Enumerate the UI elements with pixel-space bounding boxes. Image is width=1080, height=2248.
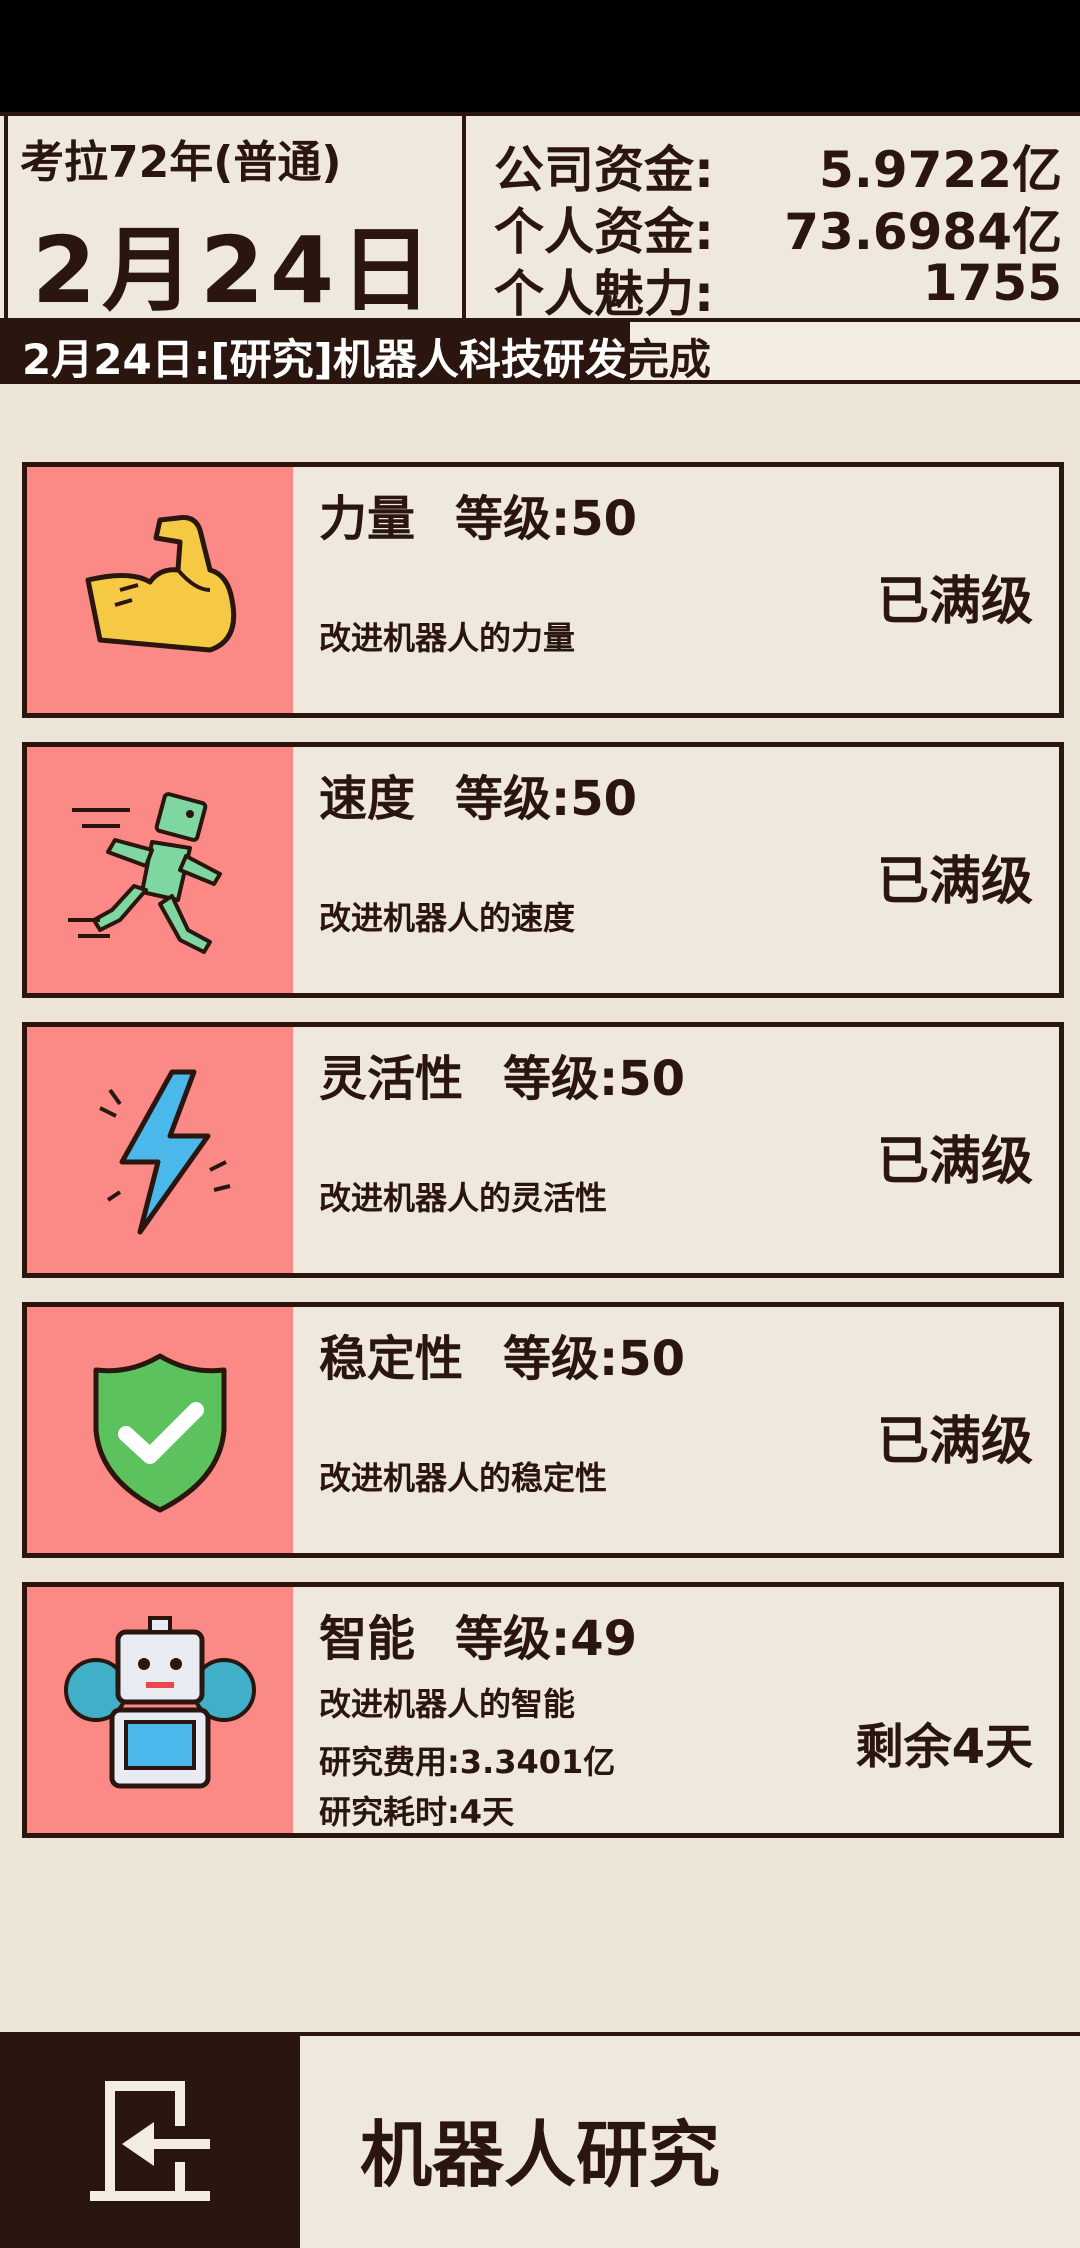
- research-card-speed[interactable]: 速度 等级:50 改进机器人的速度 已满级: [22, 742, 1064, 998]
- back-button[interactable]: [0, 2036, 300, 2248]
- research-title: 灵活性 等级:50: [319, 1039, 685, 1109]
- research-description: 改进机器人的灵活性: [319, 1179, 608, 1217]
- lightning-icon: [99, 1069, 231, 1235]
- research-title: 力量 等级:50: [319, 479, 637, 549]
- research-description: 改进机器人的稳定性: [319, 1459, 608, 1497]
- current-date: 2月24日: [31, 217, 439, 324]
- research-cost: 研究费用:3.3401亿: [319, 1743, 616, 1781]
- personal-funds-row: 个人资金: 73.6984亿: [494, 192, 1062, 261]
- research-title: 稳定性 等级:50: [319, 1319, 685, 1389]
- robot-gear-icon: [64, 1616, 256, 1789]
- research-status: 剩余4天: [855, 1719, 1033, 1775]
- research-card-strength[interactable]: 力量 等级:50 改进机器人的力量 已满级: [22, 462, 1064, 718]
- research-level: 等级:50: [503, 1331, 686, 1387]
- charisma-row: 个人魅力: 1755: [494, 254, 1062, 323]
- header-panel: 考拉72年(普通) 2月24日 公司资金: 5.9722亿 个人资金: 73.6…: [0, 112, 1080, 324]
- footer-bar: 机器人研究: [0, 2032, 1080, 2248]
- research-icon-panel: [27, 1307, 293, 1553]
- research-icon-panel: [27, 1587, 293, 1833]
- research-icon-panel: [27, 467, 293, 713]
- company-funds-row: 公司资金: 5.9722亿: [494, 130, 1062, 199]
- charisma-label: 个人魅力:: [494, 265, 714, 323]
- research-card-intelligence[interactable]: 智能 等级:49 改进机器人的智能 研究费用:3.3401亿 研究耗时:4天 剩余…: [22, 1582, 1064, 1838]
- research-name: 速度: [319, 771, 416, 827]
- research-name: 智能: [319, 1611, 416, 1667]
- status-bar: [0, 0, 1080, 112]
- ticker-rest-text: 完成: [626, 335, 711, 384]
- exit-door-icon: [90, 2081, 210, 2201]
- research-level: 等级:50: [455, 491, 638, 547]
- research-name: 灵活性: [319, 1051, 464, 1107]
- research-duration: 研究耗时:4天: [319, 1793, 515, 1831]
- research-name: 稳定性: [319, 1331, 464, 1387]
- research-card-stability[interactable]: 稳定性 等级:50 改进机器人的稳定性 已满级: [22, 1302, 1064, 1558]
- ticker-text: 2月24日:[研究]机器人科技研发完成: [22, 326, 711, 387]
- research-status: 已满级: [876, 572, 1033, 632]
- research-level: 等级:50: [455, 771, 638, 827]
- research-title: 速度 等级:50: [319, 759, 637, 829]
- research-status: 已满级: [876, 852, 1033, 912]
- funds-panel: 公司资金: 5.9722亿 个人资金: 73.6984亿 个人魅力: 1755: [470, 116, 1076, 323]
- research-icon-panel: [27, 747, 293, 993]
- research-name: 力量: [319, 491, 416, 547]
- research-title: 智能 等级:49: [319, 1599, 637, 1669]
- news-ticker: 2月24日:[研究]机器人科技研发完成: [0, 322, 1080, 384]
- muscle-arm-icon: [85, 515, 237, 653]
- research-description: 改进机器人的智能: [319, 1685, 576, 1723]
- shield-check-icon: [93, 1353, 227, 1513]
- research-level: 等级:49: [455, 1611, 638, 1667]
- page-title: 机器人研究: [360, 2113, 721, 2197]
- research-description: 改进机器人的力量: [319, 619, 576, 657]
- research-icon-panel: [27, 1027, 293, 1273]
- research-status: 已满级: [876, 1412, 1033, 1472]
- era-label: 考拉72年(普通): [20, 137, 342, 188]
- research-description: 改进机器人的速度: [319, 899, 576, 937]
- ticker-highlighted-text: 2月24日:[研究]机器人科技研发: [22, 335, 627, 384]
- charisma-value: 1755: [922, 254, 1062, 312]
- research-card-agility[interactable]: 灵活性 等级:50 改进机器人的灵活性 已满级: [22, 1022, 1064, 1278]
- running-robot-icon: [68, 792, 222, 954]
- date-box: 考拉72年(普通) 2月24日: [4, 116, 466, 324]
- research-status: 已满级: [876, 1132, 1033, 1192]
- research-level: 等级:50: [503, 1051, 686, 1107]
